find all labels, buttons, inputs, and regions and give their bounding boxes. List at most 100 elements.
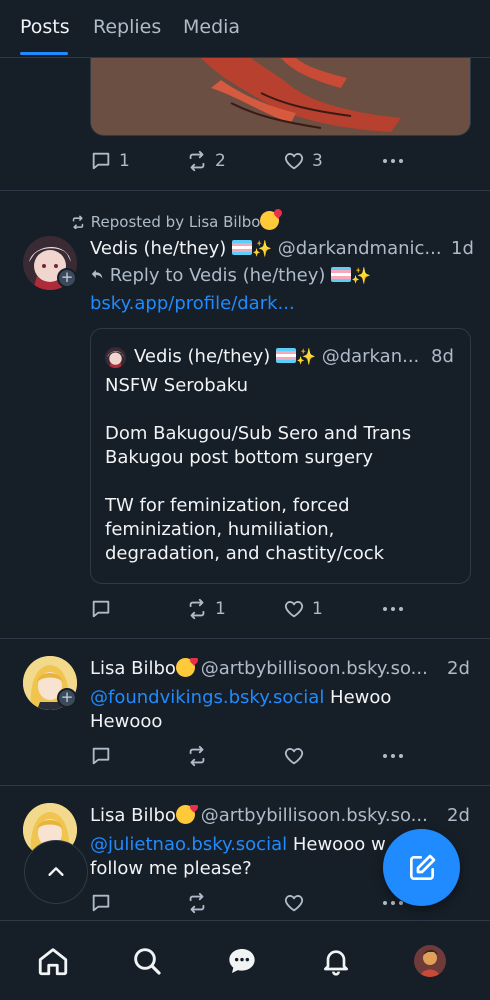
- bell-icon: [324, 950, 348, 976]
- quote-paragraph-2: Dom Bakugou/Sub Sero and Trans Bakugou p…: [105, 423, 412, 468]
- repost-arrows-icon: [189, 598, 205, 620]
- reply-arrow-icon: [91, 269, 103, 279]
- heart-icon: [284, 748, 304, 765]
- quote-author-handle: @darkan...: [321, 346, 420, 367]
- repost-button[interactable]: 2: [186, 150, 226, 172]
- post-divider: [0, 785, 490, 786]
- quoted-post[interactable]: Vedis (he/they) ✨ @darkan... 8d NSFW Ser…: [90, 328, 471, 584]
- like-button[interactable]: 3: [283, 150, 323, 172]
- quote-time: 8d: [431, 346, 454, 367]
- author-name[interactable]: Lisa Bilbo: [90, 805, 176, 826]
- more-options-button[interactable]: [381, 150, 405, 172]
- post-image[interactable]: [90, 58, 471, 136]
- heart-icon: [284, 153, 304, 170]
- quote-author-name: Vedis (he/they): [134, 346, 271, 367]
- like-count: 1: [312, 599, 323, 619]
- chat-icon: [229, 949, 255, 973]
- tab-media[interactable]: Media: [183, 16, 240, 38]
- repost-indicator: Reposted by Lisa Bilbo: [70, 211, 280, 231]
- post-link-line: bsky.app/profile/dark...: [90, 292, 470, 316]
- author-name[interactable]: Vedis (he/they): [90, 238, 226, 259]
- heart-icon: [284, 601, 304, 618]
- follow-plus-icon[interactable]: +: [57, 268, 77, 288]
- blushing-emoji: [175, 658, 195, 677]
- profile-tabs: Posts Replies Media: [0, 0, 490, 58]
- post-divider: [0, 190, 490, 191]
- author-handle[interactable]: @darkandmanic...: [278, 238, 440, 259]
- active-tab-indicator: [20, 52, 68, 55]
- speech-bubble-icon: [92, 600, 110, 618]
- scroll-to-top-button[interactable]: [24, 840, 88, 904]
- home-icon: [38, 948, 68, 976]
- ellipsis-icon: [383, 754, 403, 758]
- like-button[interactable]: 1: [283, 598, 323, 620]
- repost-button[interactable]: [186, 745, 208, 767]
- post-time[interactable]: 2d: [447, 658, 470, 679]
- post-text-1: Hewooo w: [287, 834, 386, 855]
- like-button[interactable]: [283, 892, 305, 914]
- like-count: 3: [312, 151, 323, 171]
- quote-paragraph-3: TW for feminization, forced feminization…: [105, 495, 385, 564]
- like-button[interactable]: [283, 745, 305, 767]
- repost-by-label[interactable]: Reposted by Lisa Bilbo: [91, 213, 261, 231]
- author-handle[interactable]: @artbybillisoon.bsky.so...: [201, 805, 428, 826]
- post-text-2: Hewooo: [90, 711, 163, 732]
- profile-avatar-image: [414, 945, 446, 977]
- reply-button[interactable]: 1: [90, 150, 130, 172]
- chevron-up-icon: [48, 867, 64, 876]
- sparkles-emoji: ✨: [351, 266, 372, 285]
- quote-text: NSFW Serobaku Dom Bakugou/Sub Sero and T…: [105, 374, 455, 566]
- follow-plus-icon[interactable]: +: [57, 688, 77, 708]
- reply-to-text: Reply to Vedis (he/they): [109, 265, 326, 286]
- compose-icon: [409, 854, 435, 880]
- reply-button[interactable]: [90, 598, 119, 620]
- post-author-line: Lisa Bilbo @artbybillisoon.bsky.so...: [90, 805, 430, 826]
- tab-posts[interactable]: Posts: [20, 16, 70, 38]
- ellipsis-icon: [383, 607, 403, 611]
- repost-button[interactable]: 1: [186, 598, 226, 620]
- post-author-line: Vedis (he/they) ✨ @darkandmanic...: [90, 238, 440, 259]
- nav-home[interactable]: [33, 941, 73, 981]
- speech-bubble-icon: [92, 747, 110, 765]
- nav-profile[interactable]: [410, 941, 450, 981]
- nav-notifications[interactable]: [316, 941, 356, 981]
- quote-avatar: [105, 347, 126, 368]
- nav-search[interactable]: [127, 941, 167, 981]
- repost-button[interactable]: [186, 892, 208, 914]
- post-time[interactable]: 2d: [447, 805, 470, 826]
- speech-bubble-icon: [92, 894, 110, 912]
- heart-icon: [284, 895, 304, 912]
- trans-flag-emoji: [276, 348, 297, 363]
- compose-button[interactable]: [383, 829, 460, 906]
- repost-count: 2: [215, 151, 226, 171]
- sparkles-emoji: ✨: [296, 347, 316, 366]
- post-time[interactable]: 1d: [451, 238, 474, 259]
- sparkles-emoji: ✨: [252, 239, 272, 258]
- artwork-image: [91, 58, 470, 135]
- more-options-button[interactable]: [381, 745, 405, 767]
- quote-line-1: NSFW Serobaku: [105, 375, 249, 396]
- mention-link[interactable]: @julietnao.bsky.social: [90, 834, 287, 855]
- mention-link[interactable]: @foundvikings.bsky.social: [90, 687, 324, 708]
- nav-chat[interactable]: [222, 941, 262, 981]
- quote-avatar-image: [105, 347, 126, 368]
- post-text-2: follow me please?: [90, 858, 252, 879]
- repost-small-icon: [72, 215, 84, 230]
- post-author-line: Lisa Bilbo @artbybillisoon.bsky.so...: [90, 658, 430, 679]
- bottom-navigation: [0, 920, 490, 1000]
- profile-avatar: [414, 945, 446, 977]
- repost-arrows-icon: [189, 745, 205, 767]
- blushing-emoji: [260, 211, 280, 230]
- author-handle[interactable]: @artbybillisoon.bsky.so...: [201, 658, 428, 679]
- more-options-button[interactable]: [381, 598, 405, 620]
- tab-replies[interactable]: Replies: [93, 16, 161, 38]
- reply-button[interactable]: [90, 745, 112, 767]
- quote-author-line: Vedis (he/they) ✨ @darkan...: [134, 346, 424, 367]
- author-name[interactable]: Lisa Bilbo: [90, 658, 176, 679]
- reply-button[interactable]: [90, 892, 112, 914]
- reply-to-line[interactable]: Reply to Vedis (he/they) ✨: [90, 265, 371, 286]
- post-link[interactable]: bsky.app/profile/dark...: [90, 293, 295, 314]
- post-text-1: Hewoo: [324, 687, 392, 708]
- trans-flag-emoji: [331, 267, 352, 282]
- repost-arrows-icon: [189, 892, 205, 914]
